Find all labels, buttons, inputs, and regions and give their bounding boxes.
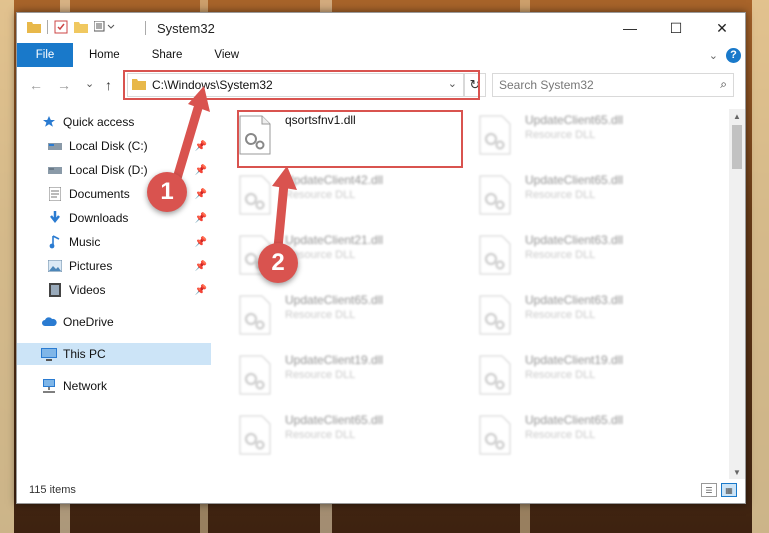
- annotation-arrows: [170, 86, 297, 263]
- step-2-callout: 2: [258, 243, 298, 283]
- step-1-callout: 1: [147, 172, 187, 212]
